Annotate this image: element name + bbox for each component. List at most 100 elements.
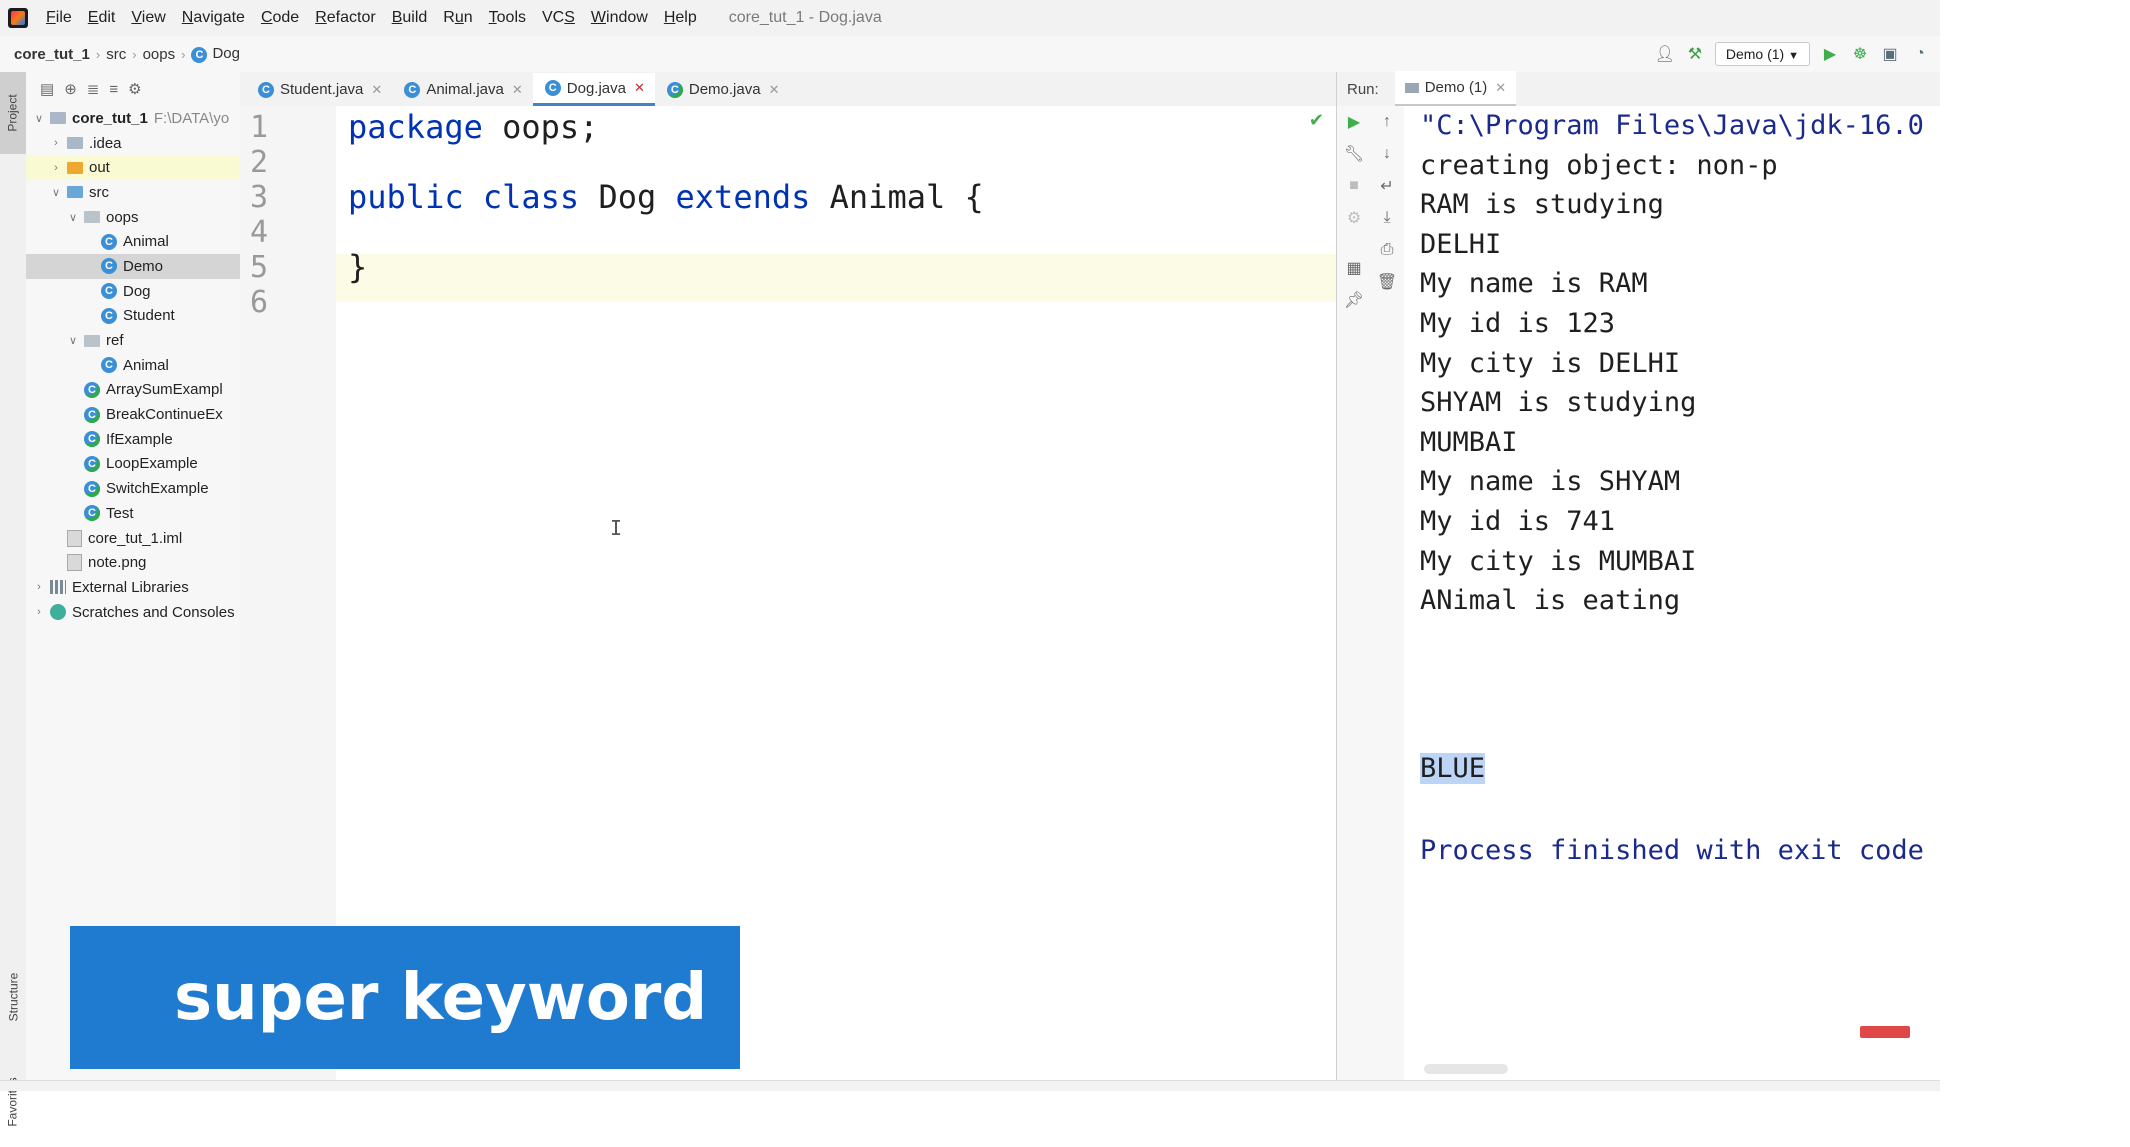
print-icon[interactable]: ⎙: [1377, 240, 1397, 260]
tree-item[interactable]: C SwitchExample: [26, 476, 240, 501]
tree-item[interactable]: C Animal: [26, 353, 240, 378]
build-hammer-icon[interactable]: ⚒: [1685, 44, 1705, 64]
pin-icon[interactable]: 📌︎: [1344, 290, 1364, 310]
chevron-right-icon[interactable]: ›: [32, 581, 46, 593]
expand-all-icon[interactable]: ≣: [87, 80, 100, 98]
editor-tab[interactable]: C Demo.java ✕: [655, 73, 790, 106]
tree-item-path: F:\DATA\yo: [153, 109, 230, 127]
menu-item[interactable]: Window: [583, 9, 656, 27]
folder-icon: [67, 186, 83, 199]
tree-item[interactable]: C LoopExample: [26, 452, 240, 477]
stop-icon[interactable]: ■: [1344, 176, 1364, 196]
scroll-to-end-icon[interactable]: ⤓: [1377, 208, 1397, 228]
tree-item[interactable]: core_tut_1.iml: [26, 526, 240, 551]
menu-item[interactable]: Edit: [80, 9, 124, 27]
close-icon[interactable]: ✕: [512, 82, 523, 98]
menu-item[interactable]: Refactor: [307, 9, 383, 27]
soft-wrap-icon[interactable]: ↵: [1377, 176, 1397, 196]
run-panel-header: Run: Demo (1) ✕: [1336, 71, 1941, 107]
tree-item[interactable]: C Test: [26, 501, 240, 526]
structure-tool-tab[interactable]: Structure: [0, 952, 26, 1042]
user-icon[interactable]: 👤︎: [1655, 44, 1675, 64]
view-mode-icon[interactable]: ▤: [40, 80, 54, 98]
close-icon[interactable]: ✕: [371, 82, 382, 98]
project-tool-tab[interactable]: Project: [0, 72, 26, 154]
tree-item[interactable]: › External Libraries: [26, 575, 240, 600]
tree-item[interactable]: ∨ core_tut_1 F:\DATA\yo: [26, 106, 240, 131]
chevron-right-icon[interactable]: ›: [49, 162, 63, 174]
tree-item[interactable]: ∨ src: [26, 180, 240, 205]
profiler-icon[interactable]: ◔: [1910, 44, 1930, 64]
trash-icon[interactable]: 🗑︎: [1377, 272, 1397, 292]
arrow-down-icon[interactable]: ↓: [1377, 144, 1397, 164]
editor-tab[interactable]: C Dog.java ✕: [532, 73, 655, 106]
breadcrumb-src[interactable]: src: [100, 46, 132, 63]
tree-item[interactable]: › out: [26, 155, 240, 181]
tree-item-label: out: [89, 159, 110, 177]
line-number: 6: [250, 285, 269, 320]
code-line-5: }: [348, 248, 367, 286]
chevron-down-icon[interactable]: ∨: [66, 211, 80, 224]
wrench-icon[interactable]: 🔧︎: [1344, 144, 1364, 164]
run-console[interactable]: BLUE Process finished with exit code "C:…: [1404, 106, 1940, 1080]
menu-item[interactable]: Run: [435, 9, 480, 27]
tree-item[interactable]: C ArraySumExampl: [26, 378, 240, 403]
run-icon[interactable]: ▶: [1820, 44, 1840, 64]
tree-item[interactable]: › Scratches and Consoles: [26, 600, 240, 625]
menu-item[interactable]: View: [123, 9, 173, 27]
tree-item[interactable]: › .idea: [26, 131, 240, 156]
menu-item-label: uild: [402, 9, 428, 26]
debug-bug-icon[interactable]: ☸: [1850, 44, 1870, 64]
editor-tab-label: Dog.java: [566, 79, 626, 97]
rerun-icon[interactable]: ▶: [1344, 112, 1364, 132]
close-icon[interactable]: ✕: [769, 82, 780, 98]
breadcrumb-class[interactable]: C Dog: [185, 45, 246, 63]
code-line-3: public class Dog extends Animal {: [348, 178, 984, 216]
tree-item-label: oops: [106, 208, 139, 226]
tree-item[interactable]: C Animal: [26, 229, 240, 254]
chevron-down-icon[interactable]: ∨: [66, 334, 80, 347]
run-tab-demo[interactable]: Demo (1) ✕: [1394, 71, 1517, 107]
menu-item[interactable]: File: [38, 9, 80, 27]
close-icon[interactable]: ✕: [634, 80, 645, 96]
settings-gear-icon[interactable]: ⚙: [128, 80, 141, 98]
tree-item[interactable]: ∨ oops: [26, 205, 240, 230]
chevron-right-icon[interactable]: ›: [32, 606, 46, 618]
layout-icon[interactable]: ▦: [1344, 258, 1364, 278]
console-horizontal-scrollbar[interactable]: [1424, 1064, 1508, 1074]
menu-item[interactable]: Code: [253, 9, 307, 27]
menu-item[interactable]: Build: [384, 9, 436, 27]
breadcrumb-package[interactable]: oops: [137, 46, 182, 63]
chevron-down-icon[interactable]: ∨: [49, 186, 63, 199]
close-icon[interactable]: ✕: [1495, 80, 1506, 96]
arrow-up-icon[interactable]: ↑: [1377, 112, 1397, 132]
menu-item[interactable]: Tools: [481, 9, 534, 27]
tree-item[interactable]: C IfExample: [26, 427, 240, 452]
chevron-down-icon[interactable]: ∨: [32, 112, 46, 125]
collapse-all-icon[interactable]: ≡: [109, 81, 118, 98]
line-number: 3: [250, 180, 269, 215]
editor-tab[interactable]: C Animal.java ✕: [392, 73, 532, 106]
breadcrumb-project[interactable]: core_tut_1: [0, 46, 96, 63]
subscribe-badge-icon[interactable]: [1860, 1026, 1910, 1038]
coverage-icon[interactable]: ▣: [1880, 44, 1900, 64]
menu-item-mnemonic: H: [663, 9, 676, 26]
close-session-icon[interactable]: ⚙: [1344, 208, 1364, 228]
tree-item[interactable]: C BreakContinueEx: [26, 402, 240, 427]
tree-item-label: Demo: [123, 257, 164, 275]
menu-item[interactable]: Help: [656, 9, 705, 27]
current-line-highlight: [336, 254, 1336, 302]
locate-file-icon[interactable]: ⊕: [64, 80, 77, 98]
menu-item[interactable]: Navigate: [174, 9, 253, 27]
tree-item[interactable]: note.png: [26, 550, 240, 575]
run-configuration-select[interactable]: Demo (1) ▼: [1714, 42, 1810, 66]
menu-item[interactable]: VCS: [534, 9, 583, 27]
chevron-right-icon[interactable]: ›: [49, 137, 63, 149]
no-problems-check-icon[interactable]: ✔: [1309, 110, 1324, 131]
tree-item[interactable]: C Demo: [26, 254, 240, 279]
tree-item[interactable]: C Dog: [26, 279, 240, 304]
tree-item-label: Dog: [123, 282, 151, 300]
tree-item[interactable]: ∨ ref: [26, 328, 240, 353]
editor-tab[interactable]: C Student.java ✕: [246, 73, 392, 106]
tree-item[interactable]: C Student: [26, 304, 240, 329]
